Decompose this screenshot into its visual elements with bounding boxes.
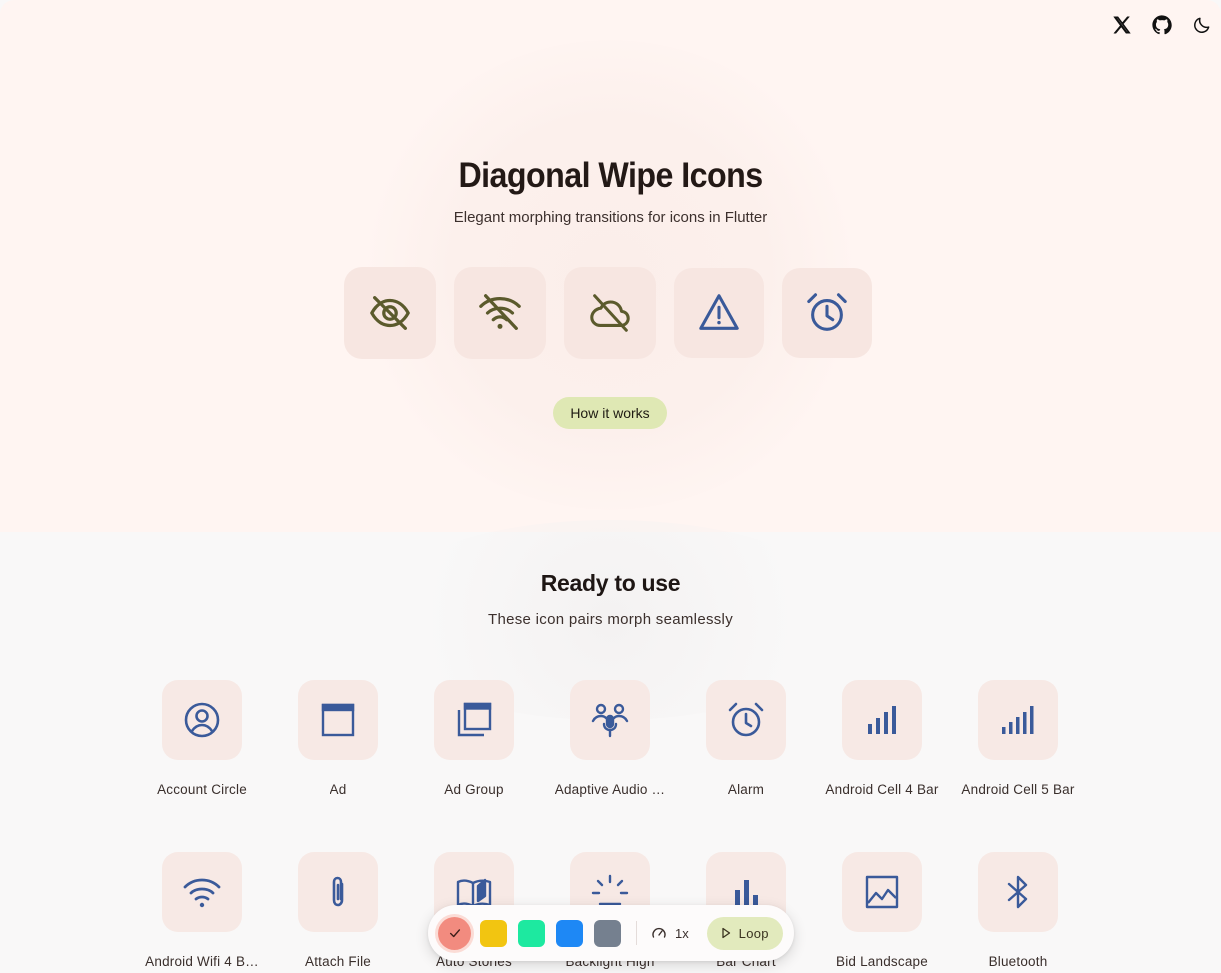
app-window: Diagonal Wipe Icons Elegant morphing tra… xyxy=(0,0,1221,973)
attach-file-icon xyxy=(332,876,344,907)
icon-tile xyxy=(162,680,242,760)
icon-card-alarm[interactable]: Alarm xyxy=(678,680,814,797)
icon-tile xyxy=(298,680,378,760)
icon-card-label: Bid Landscape xyxy=(836,954,928,969)
section-subtitle: These icon pairs morph seamlessly xyxy=(488,611,733,628)
speedometer-icon xyxy=(652,927,666,938)
icon-card-bid-landscape[interactable]: Bid Landscape xyxy=(814,852,950,969)
color-swatch-coral[interactable] xyxy=(438,916,471,950)
bluetooth-icon xyxy=(1007,875,1028,909)
icon-tile xyxy=(842,680,922,760)
ad-group-icon xyxy=(457,702,492,737)
icon-card-label: Ad xyxy=(329,782,347,797)
section-title: Ready to use xyxy=(540,570,681,596)
icon-card-label: Ad Group xyxy=(444,782,504,797)
warning-icon xyxy=(699,294,739,330)
color-swatch-gray[interactable] xyxy=(594,919,621,947)
color-swatch-blue[interactable] xyxy=(556,919,583,947)
loop-label: Loop xyxy=(738,925,769,941)
icon-card-android-cell-4-bar[interactable]: Android Cell 4 Bar xyxy=(814,680,950,797)
alarm-icon xyxy=(728,702,764,737)
toolbar-divider xyxy=(636,921,637,945)
icon-card-ad[interactable]: Ad xyxy=(270,680,406,797)
cell-4-bar-icon xyxy=(868,706,896,734)
icon-card-account-circle[interactable]: Account Circle xyxy=(134,680,270,797)
hero-tile-visibility-off[interactable] xyxy=(344,267,436,359)
icon-card-label: Alarm xyxy=(727,782,765,797)
icon-tile xyxy=(978,680,1058,760)
account-circle-icon xyxy=(184,702,220,738)
icon-card-label: Adaptive Audio … xyxy=(554,782,666,797)
visibility-off-icon xyxy=(370,296,410,330)
speed-label: 1x xyxy=(675,925,689,941)
icon-tile xyxy=(434,680,514,760)
loop-button[interactable]: Loop xyxy=(706,916,783,950)
cloud-off-icon xyxy=(590,294,630,332)
speed-control[interactable]: 1x xyxy=(651,925,689,941)
alarm-icon xyxy=(807,293,847,331)
play-icon xyxy=(722,927,730,939)
moon-icon[interactable] xyxy=(1191,12,1213,38)
hero-tile-warning[interactable] xyxy=(674,268,764,358)
x-logo-icon[interactable] xyxy=(1111,12,1133,38)
icon-tile xyxy=(162,852,242,932)
hero-tile-alarm[interactable] xyxy=(782,268,872,358)
playback-toolbar: 1x Loop xyxy=(428,905,794,961)
hero-tile-cloud-off[interactable] xyxy=(564,267,656,359)
icon-card-android-cell-5-bar[interactable]: Android Cell 5 Bar xyxy=(950,680,1086,797)
icon-card-label: Account Circle xyxy=(157,782,247,797)
icon-tile xyxy=(842,852,922,932)
github-icon[interactable] xyxy=(1151,12,1173,38)
icon-card-label: Attach File xyxy=(305,954,371,969)
icon-grid-row-1: Account Circle Ad Ad Group Adaptive Audi… xyxy=(134,680,1086,797)
hero-icon-row xyxy=(344,267,872,359)
icon-card-label: Android Cell 4 Bar xyxy=(825,782,939,797)
wifi-4-bar-icon xyxy=(183,878,221,908)
adaptive-audio-mic-icon xyxy=(591,703,629,738)
icon-card-attach-file[interactable]: Attach File xyxy=(270,852,406,969)
hero-section xyxy=(0,0,1221,532)
icon-tile xyxy=(706,680,786,760)
bid-landscape-icon xyxy=(865,875,899,909)
icon-card-label: Bluetooth xyxy=(988,954,1048,969)
page-title: Diagonal Wipe Icons xyxy=(458,156,763,195)
ad-icon xyxy=(321,703,355,737)
top-bar xyxy=(1111,12,1213,38)
wifi-off-icon xyxy=(479,294,521,330)
icon-tile xyxy=(978,852,1058,932)
icon-card-label: Android Wifi 4 B… xyxy=(145,954,259,969)
color-swatch-green[interactable] xyxy=(518,919,545,947)
icon-card-bluetooth[interactable]: Bluetooth xyxy=(950,852,1086,969)
check-icon xyxy=(449,929,460,938)
how-it-works-button[interactable]: How it works xyxy=(553,397,667,429)
color-swatch-yellow[interactable] xyxy=(480,919,507,947)
icon-card-android-wifi-4-bar[interactable]: Android Wifi 4 B… xyxy=(134,852,270,969)
page-subtitle: Elegant morphing transitions for icons i… xyxy=(453,209,768,226)
icon-card-ad-group[interactable]: Ad Group xyxy=(406,680,542,797)
icon-card-label: Android Cell 5 Bar xyxy=(961,782,1075,797)
icon-tile xyxy=(298,852,378,932)
icon-card-adaptive-audio[interactable]: Adaptive Audio … xyxy=(542,680,678,797)
hero-tile-wifi-off[interactable] xyxy=(454,267,546,359)
cell-5-bar-icon xyxy=(1002,706,1034,734)
icon-tile xyxy=(570,680,650,760)
